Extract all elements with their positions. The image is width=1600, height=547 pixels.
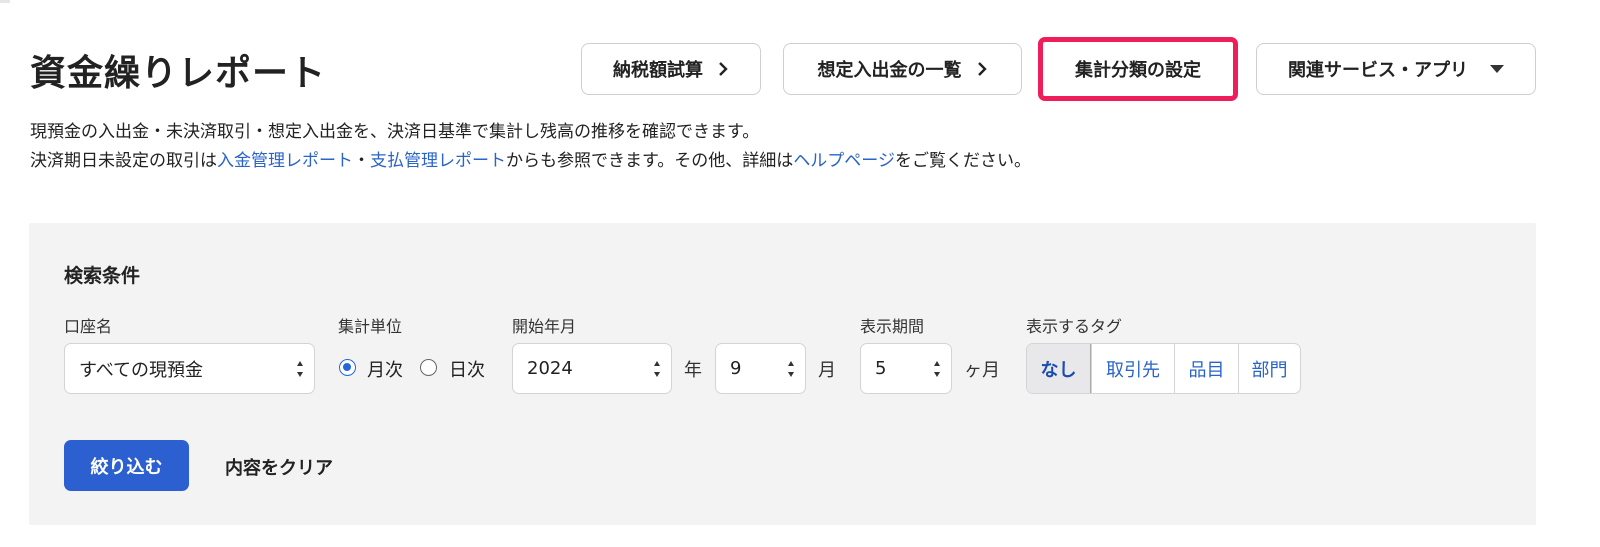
- account-select[interactable]: すべての現預金: [64, 343, 315, 394]
- radio-monthly-label[interactable]: 月次: [367, 356, 403, 382]
- related-services-label: 関連サービス・アプリ: [1288, 60, 1468, 81]
- select-updown-icon: [654, 361, 661, 377]
- tag-option-department[interactable]: 部門: [1238, 344, 1300, 393]
- income-report-link[interactable]: 入金管理レポート: [217, 151, 353, 171]
- window-corner: [0, 0, 10, 3]
- tag-option-none[interactable]: なし: [1027, 344, 1091, 393]
- select-updown-icon: [297, 361, 304, 377]
- radio-monthly[interactable]: [339, 359, 356, 376]
- page-title: 資金繰りレポート: [30, 53, 327, 94]
- expected-cashflow-label: 想定入出金の一覧: [817, 60, 962, 81]
- aggregation-category-settings-button[interactable]: 集計分類の設定: [1038, 37, 1238, 101]
- start-month-select[interactable]: 9: [715, 343, 806, 394]
- account-select-value: すべての現預金: [79, 359, 204, 381]
- start-month-label: 開始年月: [512, 317, 577, 336]
- year-unit: 年: [684, 360, 702, 381]
- display-period-value: 5: [875, 358, 887, 379]
- period-unit: ヶ月: [964, 360, 1000, 381]
- display-period-select[interactable]: 5: [860, 343, 952, 394]
- radio-daily[interactable]: [420, 359, 437, 376]
- aggregation-settings-label: 集計分類の設定: [1075, 60, 1201, 81]
- tag-segmented-control: なし 取引先 品目 部門: [1026, 343, 1301, 394]
- tag-option-partner[interactable]: 取引先: [1091, 344, 1174, 393]
- filter-button[interactable]: 絞り込む: [64, 440, 189, 491]
- month-unit: 月: [818, 360, 836, 381]
- select-updown-icon: [788, 361, 795, 377]
- desc-separator: ・: [353, 151, 370, 171]
- display-tag-label: 表示するタグ: [1026, 317, 1123, 336]
- clear-button[interactable]: 内容をクリア: [225, 454, 333, 480]
- aggregation-unit-label: 集計単位: [338, 317, 403, 336]
- expected-cashflow-list-button[interactable]: 想定入出金の一覧: [783, 43, 1022, 95]
- caret-down-icon: [1490, 65, 1504, 73]
- display-period-label: 表示期間: [860, 317, 925, 336]
- desc-text: からも参照できます。その他、詳細は: [506, 151, 794, 171]
- chevron-right-icon: [977, 62, 987, 76]
- select-updown-icon: [934, 361, 941, 377]
- desc-text: 決済期日未設定の取引は: [30, 151, 217, 171]
- search-panel-title: 検索条件: [64, 265, 141, 287]
- desc-text: をご覧ください。: [894, 151, 1031, 171]
- start-year-select[interactable]: 2024: [512, 343, 672, 394]
- start-year-value: 2024: [527, 358, 573, 379]
- payment-report-link[interactable]: 支払管理レポート: [370, 151, 506, 171]
- start-month-value: 9: [730, 358, 742, 379]
- description-line-2: 決済期日未設定の取引は入金管理レポート・支払管理レポートからも参照できます。その…: [30, 147, 1031, 175]
- help-page-link[interactable]: ヘルプページ: [793, 151, 895, 171]
- tax-estimate-label: 納税額試算: [613, 60, 703, 81]
- radio-daily-label[interactable]: 日次: [449, 356, 485, 382]
- search-panel: 検索条件 口座名 すべての現預金 集計単位 月次 日次 開始年月 2024 年 …: [29, 223, 1536, 525]
- description-line-1: 現預金の入出金・未決済取引・想定入出金を、決済日基準で集計し残高の推移を確認でき…: [30, 122, 760, 142]
- chevron-right-icon: [719, 62, 728, 76]
- related-services-dropdown[interactable]: 関連サービス・アプリ: [1256, 43, 1536, 95]
- account-label: 口座名: [64, 317, 113, 336]
- tax-estimate-button[interactable]: 納税額試算: [581, 43, 761, 95]
- tag-option-item[interactable]: 品目: [1174, 344, 1238, 393]
